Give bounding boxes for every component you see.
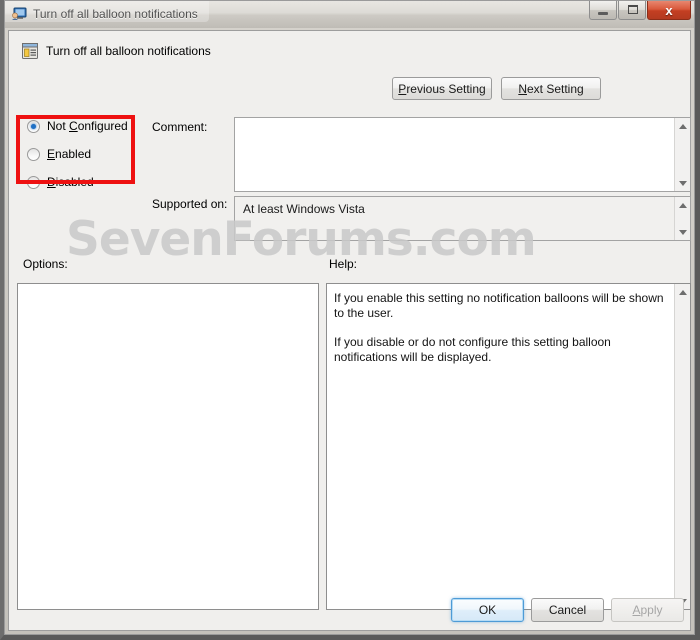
previous-setting-button[interactable]: Previous Setting	[392, 77, 492, 100]
minimize-button[interactable]	[589, 1, 617, 20]
radio-disabled-indicator[interactable]	[27, 175, 40, 189]
title-bar[interactable]: Turn off all balloon notifications x	[4, 0, 695, 28]
close-button[interactable]: x	[647, 1, 691, 20]
ok-button[interactable]: OK	[451, 598, 524, 622]
minimize-icon	[598, 12, 608, 15]
cancel-button-label: Cancel	[548, 603, 587, 617]
radio-enabled-indicator[interactable]	[27, 147, 40, 161]
scroll-down-icon[interactable]	[675, 175, 690, 191]
help-label: Help:	[329, 257, 358, 271]
options-panel[interactable]	[17, 283, 319, 610]
comment-textbox[interactable]	[234, 117, 691, 192]
comment-scrollbar[interactable]	[674, 118, 690, 191]
ok-button-label: OK	[478, 603, 497, 617]
next-setting-button[interactable]: Next Setting	[501, 77, 601, 100]
radio-disabled[interactable]: Disabled	[27, 175, 137, 189]
policy-state-radio-group: Not Configured Enabled Disabled	[27, 119, 137, 203]
maximize-icon	[628, 5, 638, 14]
scroll-up-icon[interactable]	[675, 118, 690, 134]
supported-on-scrollbar[interactable]	[674, 197, 690, 240]
help-panel: If you enable this setting no notificati…	[326, 283, 691, 610]
supported-on-label: Supported on:	[152, 197, 228, 211]
cancel-button[interactable]: Cancel	[531, 598, 604, 622]
help-scrollbar[interactable]	[674, 284, 690, 609]
radio-not-configured[interactable]: Not Configured	[27, 119, 137, 133]
next-setting-label: ext Setting	[526, 81, 584, 96]
options-label: Options:	[23, 257, 68, 271]
maximize-button[interactable]	[618, 1, 646, 20]
apply-button-label: pply	[640, 603, 663, 617]
next-setting-accel: N	[518, 81, 527, 96]
policy-user-monitor-icon	[11, 6, 27, 22]
apply-button: Apply	[611, 598, 684, 622]
apply-button-accel: A	[632, 603, 641, 617]
dialog-client-area: Turn off all balloon notifications Previ…	[8, 30, 691, 631]
group-policy-setting-window: Turn off all balloon notifications x Tur…	[0, 0, 700, 640]
comment-label: Comment:	[152, 120, 208, 134]
radio-disabled-label: Disabled	[47, 175, 94, 189]
setting-header: Turn off all balloon notifications	[9, 31, 690, 71]
radio-enabled-label: Enabled	[47, 147, 92, 161]
radio-not-configured-label: Not Configured	[47, 119, 128, 133]
help-text-body: If you enable this setting no notificati…	[327, 284, 673, 609]
help-paragraph: If you enable this setting no notificati…	[334, 291, 664, 320]
supported-on-value: At least Windows Vista	[243, 202, 365, 216]
previous-setting-label: revious Setting	[406, 81, 486, 96]
scroll-up-icon[interactable]	[675, 284, 690, 300]
scroll-up-icon[interactable]	[675, 197, 690, 213]
window-controls: x	[588, 1, 691, 20]
scroll-down-icon[interactable]	[675, 224, 690, 240]
close-icon: x	[665, 2, 673, 18]
help-paragraph: If you disable or do not configure this …	[334, 335, 611, 364]
window-title: Turn off all balloon notifications	[33, 7, 198, 21]
setting-title: Turn off all balloon notifications	[46, 44, 211, 58]
radio-not-configured-indicator[interactable]	[27, 119, 40, 133]
policy-setting-icon	[21, 42, 39, 60]
supported-on-box: At least Windows Vista	[234, 196, 691, 241]
radio-enabled[interactable]: Enabled	[27, 147, 137, 161]
